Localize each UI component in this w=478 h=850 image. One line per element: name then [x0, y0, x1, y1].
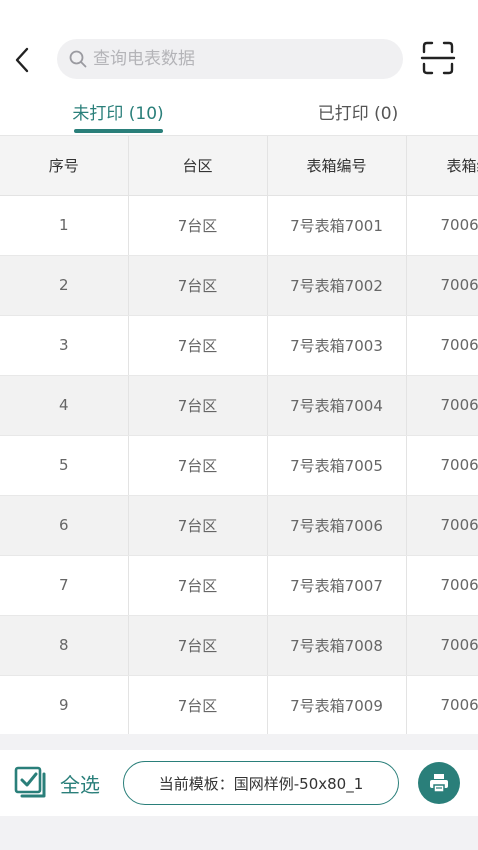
cell-box-number: 7号表箱7005: [267, 435, 407, 496]
cell-index: 4: [0, 375, 129, 436]
table-row[interactable]: 1 7台区 7号表箱7001 70060: [0, 195, 478, 256]
search-box[interactable]: [57, 39, 403, 79]
back-button[interactable]: [8, 42, 36, 78]
cell-index: 1: [0, 195, 129, 256]
template-selector-button[interactable]: 当前模板：国网样例-50x80_1: [123, 761, 399, 805]
table-row[interactable]: 3 7台区 7号表箱7003 70060: [0, 315, 478, 376]
cell-box-code: 70060: [406, 495, 478, 556]
cell-box-number: 7号表箱7008: [267, 615, 407, 676]
cell-index: 6: [0, 495, 129, 556]
cell-area: 7台区: [128, 255, 268, 316]
cell-area: 7台区: [128, 555, 268, 616]
cell-box-code: 70060: [406, 615, 478, 676]
cell-box-code: 70060: [406, 255, 478, 316]
cell-area: 7台区: [128, 375, 268, 436]
tab-bar: 未打印 (10) 已打印 (0): [0, 88, 478, 136]
cell-box-number: 7号表箱7003: [267, 315, 407, 376]
active-tab-indicator: [74, 129, 163, 133]
print-button[interactable]: [418, 762, 460, 804]
top-bar: [0, 0, 478, 88]
table-row[interactable]: 5 7台区 7号表箱7005 70060: [0, 435, 478, 496]
tab-unprinted[interactable]: 未打印 (10): [40, 88, 196, 134]
checkbox-checked-icon: [14, 766, 46, 798]
cell-index: 5: [0, 435, 129, 496]
search-icon: [69, 50, 87, 68]
cell-box-number: 7号表箱7002: [267, 255, 407, 316]
header-index: 序号: [0, 136, 129, 196]
bottom-action-bar: 全选 当前模板：国网样例-50x80_1: [0, 750, 478, 816]
select-all-checkbox[interactable]: [14, 766, 48, 800]
table-row[interactable]: 7 7台区 7号表箱7007 70060: [0, 555, 478, 616]
cell-area: 7台区: [128, 495, 268, 556]
cell-box-code: 70060: [406, 315, 478, 376]
chevron-left-icon: [15, 47, 29, 73]
cell-box-number: 7号表箱7001: [267, 195, 407, 256]
cell-box-number: 7号表箱7007: [267, 555, 407, 616]
cell-box-number: 7号表箱7009: [267, 675, 407, 734]
printer-icon: [430, 774, 448, 793]
template-label: 当前模板：国网样例-50x80_1: [158, 774, 364, 793]
cell-index: 9: [0, 675, 129, 734]
table-row[interactable]: 8 7台区 7号表箱7008 70060: [0, 615, 478, 676]
cell-area: 7台区: [128, 675, 268, 734]
section-divider: [0, 734, 478, 750]
header-box-number: 表箱编号: [267, 136, 407, 196]
search-input[interactable]: [93, 49, 373, 69]
cell-area: 7台区: [128, 435, 268, 496]
cell-index: 2: [0, 255, 129, 316]
tab-printed[interactable]: 已打印 (0): [280, 88, 436, 134]
select-all-label[interactable]: 全选: [60, 769, 100, 798]
cell-area: 7台区: [128, 615, 268, 676]
cell-box-number: 7号表箱7006: [267, 495, 407, 556]
table-row[interactable]: 9 7台区 7号表箱7009 70060: [0, 675, 478, 734]
table-header-row: 序号 台区 表箱编号 表箱编号: [0, 136, 478, 196]
meter-table[interactable]: 序号 台区 表箱编号 表箱编号 1 7台区 7号表箱7001 70060 2 7…: [0, 136, 478, 734]
cell-area: 7台区: [128, 195, 268, 256]
table-row[interactable]: 4 7台区 7号表箱7004 70060: [0, 375, 478, 436]
header-box-code: 表箱编号: [406, 136, 478, 196]
cell-index: 3: [0, 315, 129, 376]
cell-index: 7: [0, 555, 129, 616]
cell-index: 8: [0, 615, 129, 676]
cell-area: 7台区: [128, 315, 268, 376]
cell-box-code: 70060: [406, 675, 478, 734]
header-area: 台区: [128, 136, 268, 196]
table-row[interactable]: 2 7台区 7号表箱7002 70060: [0, 255, 478, 316]
cell-box-code: 70060: [406, 375, 478, 436]
cell-box-code: 70060: [406, 435, 478, 496]
scan-icon: [420, 41, 456, 75]
table-row[interactable]: 6 7台区 7号表箱7006 70060: [0, 495, 478, 556]
scan-button[interactable]: [418, 38, 458, 78]
cell-box-number: 7号表箱7004: [267, 375, 407, 436]
cell-box-code: 70060: [406, 555, 478, 616]
cell-box-code: 70060: [406, 195, 478, 256]
bottom-safe-area: [0, 816, 478, 850]
